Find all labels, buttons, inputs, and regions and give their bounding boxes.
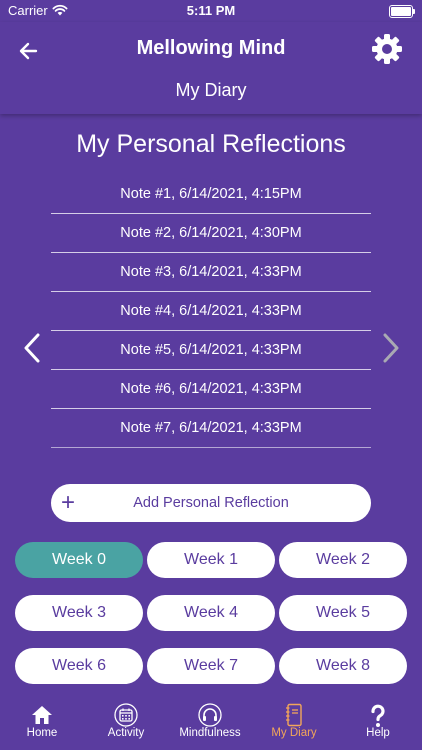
back-button[interactable]: [14, 36, 44, 66]
settings-button[interactable]: [370, 32, 404, 66]
tab-bar: Home Activity Mindfulness My Diary Help: [0, 700, 422, 750]
note-item[interactable]: Note #3, 6/14/2021, 4:33PM: [51, 253, 371, 292]
add-personal-reflection-button[interactable]: + Add Personal Reflection: [51, 484, 371, 522]
question-mark-icon: [371, 704, 385, 727]
note-item[interactable]: Note #4, 6/14/2021, 4:33PM: [51, 292, 371, 331]
tab-label: Home: [26, 727, 58, 739]
tab-home[interactable]: Home: [0, 700, 84, 750]
status-time: 5:11 PM: [186, 3, 236, 18]
notes-list: Note #1, 6/14/2021, 4:15PM Note #2, 6/14…: [51, 175, 371, 448]
tab-label: My Diary: [271, 727, 317, 739]
week-button-7[interactable]: Week 7: [147, 648, 275, 684]
tab-mindfulness[interactable]: Mindfulness: [168, 700, 252, 750]
week-button-8[interactable]: Week 8: [279, 648, 407, 684]
gear-icon: [372, 34, 402, 64]
back-arrow-icon: [19, 42, 38, 60]
week-button-6[interactable]: Week 6: [15, 648, 143, 684]
note-item[interactable]: Note #1, 6/14/2021, 4:15PM: [51, 175, 371, 214]
tab-activity[interactable]: Activity: [84, 700, 168, 750]
tab-label: Mindfulness: [179, 727, 241, 739]
battery-icon: [389, 5, 415, 18]
previous-page-button[interactable]: [18, 330, 48, 366]
next-page-button[interactable]: [376, 330, 406, 366]
week-button-1[interactable]: Week 1: [147, 542, 275, 578]
status-bar: Carrier 5:11 PM: [0, 0, 422, 22]
note-item[interactable]: Note #6, 6/14/2021, 4:33PM: [51, 370, 371, 409]
tab-help[interactable]: Help: [336, 700, 420, 750]
section-title: My Personal Reflections: [76, 130, 346, 158]
add-button-label: Add Personal Reflection: [133, 495, 289, 511]
tab-my-diary[interactable]: My Diary: [252, 700, 336, 750]
home-icon: [32, 706, 52, 724]
note-item[interactable]: Note #5, 6/14/2021, 4:33PM: [51, 331, 371, 370]
week-button-5[interactable]: Week 5: [279, 595, 407, 631]
headphones-icon: [198, 703, 222, 727]
week-button-0[interactable]: Week 0: [15, 542, 143, 578]
note-item[interactable]: Note #7, 6/14/2021, 4:33PM: [51, 409, 371, 448]
chevron-right-icon: [383, 333, 399, 363]
tab-label: Activity: [107, 727, 145, 739]
notebook-icon: [286, 703, 302, 727]
week-button-2[interactable]: Week 2: [279, 542, 407, 578]
week-button-4[interactable]: Week 4: [147, 595, 275, 631]
app-title: Mellowing Mind: [136, 37, 286, 59]
calendar-icon: [114, 703, 138, 727]
header: Mellowing Mind My Diary: [0, 22, 422, 114]
page-subtitle: My Diary: [175, 80, 247, 100]
plus-icon: +: [61, 489, 76, 516]
chevron-left-icon: [24, 333, 40, 363]
tab-label: Help: [366, 727, 390, 739]
week-button-3[interactable]: Week 3: [15, 595, 143, 631]
note-item[interactable]: Note #2, 6/14/2021, 4:30PM: [51, 214, 371, 253]
